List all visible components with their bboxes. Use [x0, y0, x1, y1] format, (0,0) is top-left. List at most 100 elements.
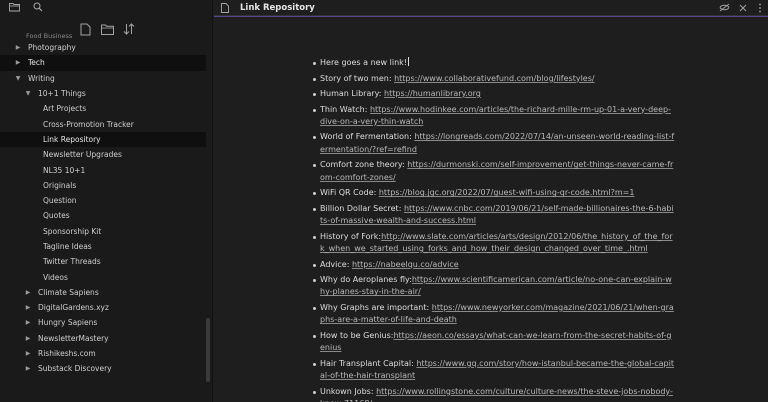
- chevron-right-icon[interactable]: ▶: [14, 59, 22, 66]
- list-item[interactable]: Thin Watch: https://www.hodinkee.com/art…: [313, 104, 676, 129]
- tree-item[interactable]: Sponsorship Kit: [0, 224, 206, 239]
- tree-item-label: NewsletterMastery: [38, 333, 109, 343]
- list-item[interactable]: World of Fermentation: https://longreads…: [313, 131, 676, 156]
- tree-item-label: Tagline Ideas: [43, 242, 92, 251]
- reading-mode-icon[interactable]: [719, 2, 730, 13]
- document-icon: [220, 2, 230, 13]
- list-item[interactable]: Here goes a new link!: [313, 57, 676, 69]
- tree-item-label: Writing: [28, 73, 55, 83]
- tree-item[interactable]: ▶ DigitalGardens.xyz: [0, 300, 206, 315]
- tree-item[interactable]: ▶ NewsletterMastery: [0, 331, 206, 346]
- link-label: Unkown Jobs:: [320, 386, 377, 396]
- list-item[interactable]: Comfort zone theory: https://durmonski.c…: [313, 159, 676, 184]
- link-label: Advice:: [320, 259, 352, 269]
- external-link[interactable]: https://humanlibrary.org: [384, 89, 481, 98]
- tree-item-label: Substack Discovery: [38, 364, 112, 374]
- tree-item-label: Rishikeshs.com: [38, 349, 96, 359]
- tree-item[interactable]: NL35 10+1: [0, 162, 206, 177]
- link-label: Here goes a new link!: [320, 58, 407, 67]
- chevron-right-icon[interactable]: ▶: [24, 289, 32, 296]
- list-item[interactable]: Hair Transplant Capital: https://www.gq.…: [313, 358, 676, 383]
- tree-item[interactable]: ▶ Photography: [0, 40, 206, 55]
- external-link[interactable]: https://www.hodinkee.com/articles/the-ri…: [320, 105, 671, 126]
- editor-titlebar: Link Repository: [214, 0, 768, 16]
- link-label: History of Fork:: [320, 231, 382, 241]
- tree-item[interactable]: ▶ Tech: [0, 55, 206, 71]
- tree-item[interactable]: Link Repository: [0, 131, 206, 148]
- sidebar-scrollbar[interactable]: [206, 318, 210, 382]
- list-item[interactable]: Billion Dollar Secret: https://www.cnbc.…: [313, 203, 676, 228]
- link-label: Comfort zone theory:: [320, 160, 408, 170]
- list-item[interactable]: Why Graphs are important: https://www.ne…: [313, 302, 676, 327]
- tree-item-label: DigitalGardens.xyz: [38, 303, 109, 313]
- tree-item[interactable]: Newsletter Upgrades: [0, 147, 206, 162]
- page-title: Link Repository: [240, 2, 315, 13]
- chevron-right-icon[interactable]: ▶: [14, 44, 22, 51]
- tree-item-cut[interactable]: Food Business: [0, 32, 206, 40]
- tree-item[interactable]: Cross-Promotion Tracker: [0, 116, 206, 131]
- link-label: Story of two men:: [320, 73, 395, 83]
- tree-item-label: Art Projects: [43, 104, 87, 114]
- link-label: Billion Dollar Secret:: [320, 203, 404, 213]
- tree-item-label: Newsletter Upgrades: [43, 150, 122, 160]
- tree-item[interactable]: ▶ Rishikeshs.com: [0, 346, 206, 361]
- list-item[interactable]: History of Fork:http://www.slate.com/art…: [313, 231, 676, 256]
- tree-item-label: Originals: [43, 180, 77, 190]
- link-label: Why do Aeroplanes fly:: [320, 275, 412, 285]
- search-icon[interactable]: [32, 1, 44, 13]
- more-options-icon[interactable]: [754, 2, 765, 13]
- tree-item-label: Tech: [28, 58, 45, 68]
- tree-item[interactable]: ▼ 10+1 Things: [0, 86, 206, 101]
- list-item[interactable]: Story of two men: https://www.collaborat…: [313, 73, 676, 85]
- tree-item[interactable]: ▼ Writing: [0, 71, 206, 86]
- text-cursor: [408, 57, 409, 66]
- tree-item[interactable]: ▶ Substack Discovery: [0, 361, 206, 376]
- tree-item[interactable]: Tagline Ideas: [0, 239, 206, 254]
- tree-item[interactable]: ▶ Hungry Sapiens: [0, 315, 206, 330]
- list-item[interactable]: Unkown Jobs: https://www.rollingstone.co…: [313, 386, 676, 402]
- link-label: World of Fermentation:: [320, 132, 415, 142]
- chevron-down-icon[interactable]: ▼: [24, 90, 32, 97]
- tree-item-label: Videos: [43, 272, 68, 282]
- external-link[interactable]: https://blog.jgc.org/2022/07/guest-wifi-…: [379, 188, 635, 197]
- tree-item[interactable]: Quotes: [0, 208, 206, 223]
- folder-open-icon[interactable]: [8, 1, 20, 13]
- link-label: Thin Watch:: [320, 104, 370, 114]
- list-item[interactable]: WiFi QR Code: https://blog.jgc.org/2022/…: [313, 187, 676, 199]
- file-explorer-sidebar: Food Business ▶ Photography ▶ Tech ▼ Writing ▼…: [0, 0, 213, 402]
- tree-item[interactable]: Question: [0, 193, 206, 208]
- link-list: Here goes a new link! Story of two men: h…: [313, 57, 676, 402]
- list-item[interactable]: Advice: https://nabeelqu.co/advice: [313, 259, 676, 271]
- tree-item-label: Cross-Promotion Tracker: [43, 119, 134, 129]
- tree-item[interactable]: ▶ Climate Sapiens: [0, 285, 206, 300]
- chevron-right-icon[interactable]: ▶: [24, 335, 32, 342]
- external-link[interactable]: https://nabeelqu.co/advice: [352, 260, 459, 269]
- tree-item-label: 10+1 Things: [38, 89, 86, 99]
- chevron-right-icon[interactable]: ▶: [24, 350, 32, 357]
- tree-item[interactable]: Originals: [0, 178, 206, 193]
- chevron-right-icon[interactable]: ▶: [24, 365, 32, 372]
- chevron-down-icon[interactable]: ▼: [14, 75, 22, 82]
- tree-item-label: Climate Sapiens: [38, 287, 99, 297]
- tree-item-label: Photography: [28, 43, 76, 53]
- list-item[interactable]: Human Library: https://humanlibrary.org: [313, 88, 676, 100]
- link-label: Hair Transplant Capital:: [320, 358, 417, 368]
- tree-item[interactable]: Twitter Threads: [0, 254, 206, 269]
- chevron-right-icon[interactable]: ▶: [24, 319, 32, 326]
- list-item[interactable]: How to be Genius:https://aeon.co/essays/…: [313, 330, 676, 355]
- close-icon[interactable]: [737, 2, 748, 13]
- tree-item[interactable]: Art Projects: [0, 101, 206, 116]
- list-item[interactable]: Why do Aeroplanes fly:https://www.scient…: [313, 274, 676, 299]
- chevron-right-icon[interactable]: ▶: [24, 304, 32, 311]
- link-label: Why Graphs are important:: [320, 302, 432, 312]
- tree-item-label: Food Business: [26, 32, 73, 40]
- tree-item-label: Link Repository: [43, 134, 101, 144]
- tree-item[interactable]: Videos: [0, 269, 206, 284]
- link-label: WiFi QR Code:: [320, 188, 379, 198]
- tree-item-label: Hungry Sapiens: [38, 318, 98, 328]
- note-content[interactable]: Here goes a new link! Story of two men: h…: [313, 57, 676, 402]
- file-tree: Food Business ▶ Photography ▶ Tech ▼ Writing ▼…: [0, 32, 206, 377]
- tree-item-label: Question: [43, 196, 77, 206]
- external-link[interactable]: https://www.collaborativefund.com/blog/l…: [394, 74, 595, 83]
- tree-item-label: Twitter Threads: [43, 257, 101, 267]
